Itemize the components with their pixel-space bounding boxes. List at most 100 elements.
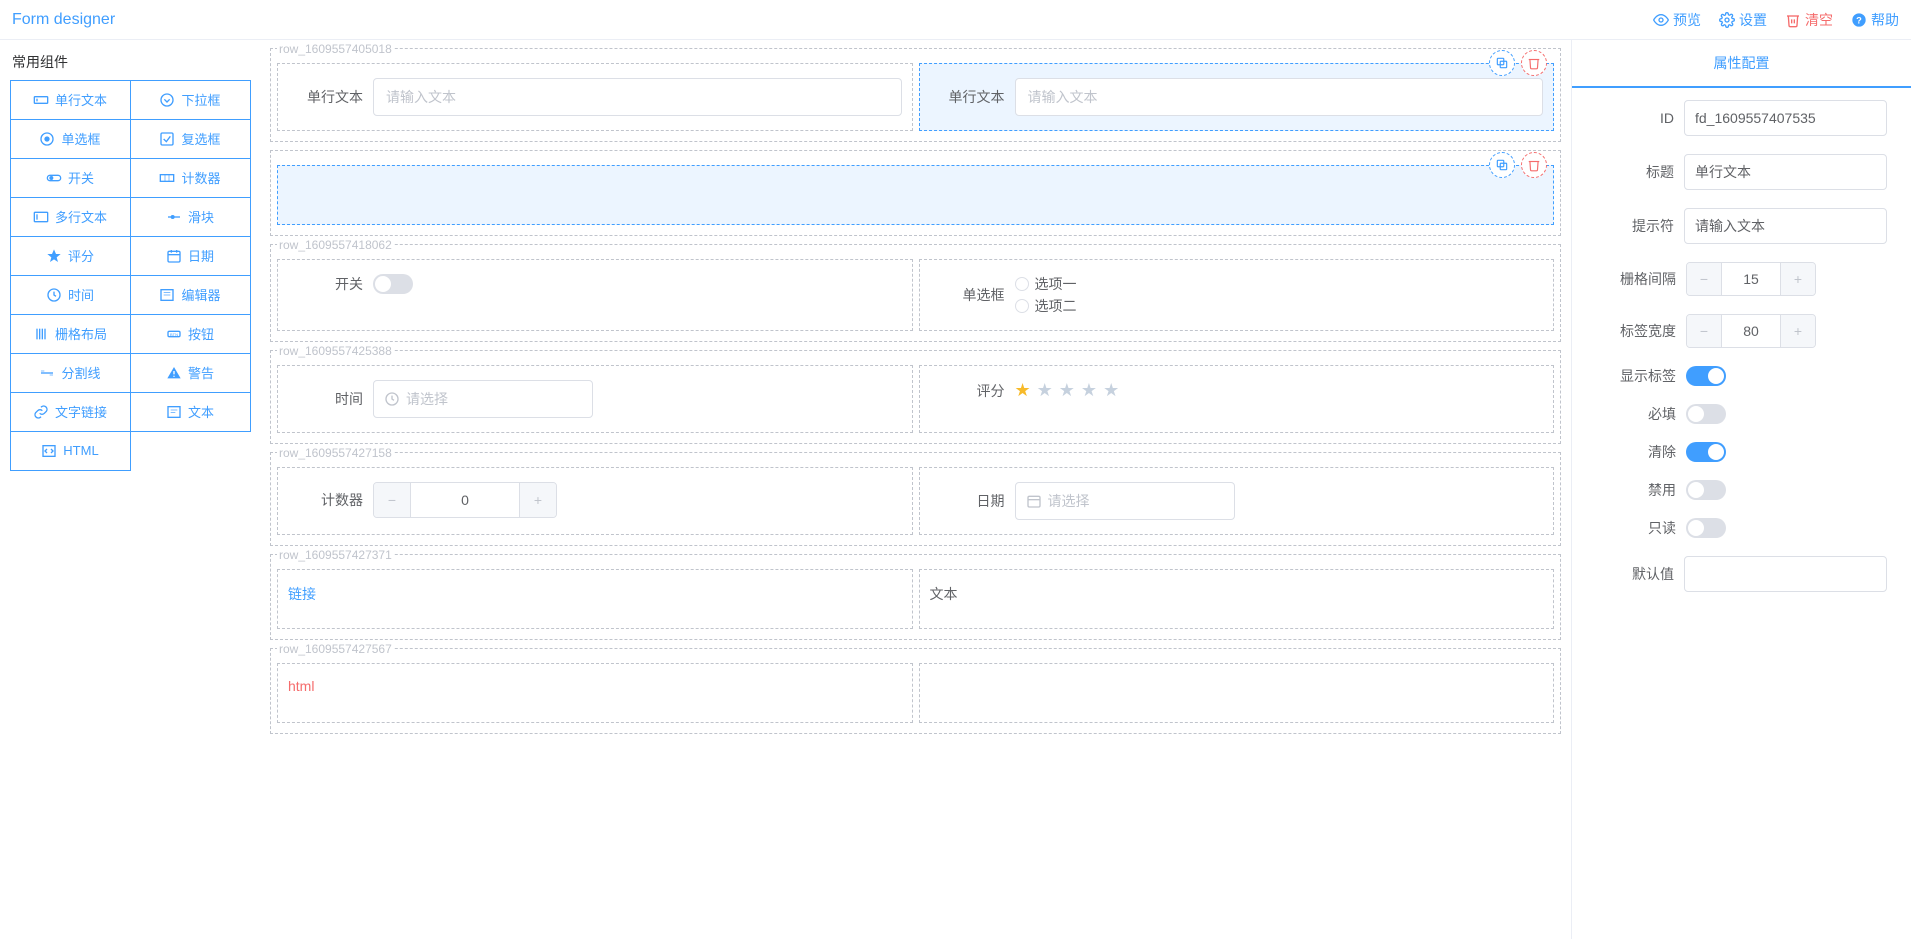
canvas-row[interactable]: row_1609557427158计数器−0+日期请选择 [270,452,1561,546]
prop-default-input[interactable] [1684,556,1887,592]
canvas-cell[interactable]: 链接 [277,569,913,629]
canvas-row[interactable]: row_1609557405018单行文本单行文本 [270,48,1561,142]
text-input[interactable] [373,78,902,116]
minus-icon[interactable]: − [374,483,410,517]
radio-icon [1015,277,1029,291]
component-editor[interactable]: 编辑器 [130,275,251,315]
canvas-row[interactable]: row_1609557418062开关单选框选项一选项二 [270,244,1561,342]
canvas-row[interactable] [270,150,1561,236]
component-slider[interactable]: 滑块 [130,197,251,237]
component-link[interactable]: 文字链接 [10,392,131,432]
settings-button[interactable]: 设置 [1719,10,1767,30]
canvas-cell[interactable] [277,165,1554,225]
component-radio[interactable]: 单选框 [10,119,131,159]
component-checkbox[interactable]: 复选框 [130,119,251,159]
component-button[interactable]: BTN按钮 [130,314,251,354]
component-input[interactable]: 单行文本 [10,80,131,120]
star-icon[interactable]: ★ [1015,380,1031,401]
prop-labelwidth-stepper[interactable]: −80+ [1686,314,1816,348]
component-counter[interactable]: 计数器 [130,158,251,198]
component-rate[interactable]: 评分 [10,236,131,276]
component-select[interactable]: 下拉框 [130,80,251,120]
component-grid[interactable]: 栅格布局 [10,314,131,354]
prop-disabled-switch[interactable] [1686,480,1726,500]
help-button[interactable]: ? 帮助 [1851,10,1899,30]
counter-icon [159,170,175,186]
tab-properties[interactable]: 属性配置 [1572,40,1911,88]
minus-icon[interactable]: − [1687,263,1721,295]
canvas-cell[interactable]: 计数器−0+ [277,467,913,535]
prop-readonly-switch[interactable] [1686,518,1726,538]
minus-icon[interactable]: − [1687,315,1721,347]
switch-icon [46,170,62,186]
canvas-cell[interactable]: 评分★★★★★ [919,365,1555,433]
plus-icon[interactable]: + [1781,315,1815,347]
star-icon[interactable]: ★ [1103,380,1119,401]
field-label: 开关 [288,274,363,294]
copy-icon [1495,158,1509,172]
time-picker[interactable]: 请选择 [373,380,593,418]
canvas-cell[interactable]: 文本 [919,569,1555,629]
component-date[interactable]: 日期 [130,236,251,276]
star-icon[interactable]: ★ [1059,380,1075,401]
prop-showlabel-switch[interactable] [1686,366,1726,386]
date-picker[interactable]: 请选择 [1015,482,1235,520]
prop-default-label: 默认值 [1596,564,1674,584]
prop-id-input[interactable] [1684,100,1887,136]
component-textarea[interactable]: 多行文本 [10,197,131,237]
prop-required-switch[interactable] [1686,404,1726,424]
clear-button[interactable]: 清空 [1785,10,1833,30]
copy-icon [1495,56,1509,70]
canvas-cell[interactable]: 单选框选项一选项二 [919,259,1555,331]
plus-icon[interactable]: + [520,483,556,517]
prop-gutter-stepper[interactable]: −15+ [1686,262,1816,296]
text-input[interactable] [1015,78,1544,116]
link-text[interactable]: 链接 [288,586,316,602]
row-id-label: row_1609557427158 [277,446,394,460]
component-time[interactable]: 时间 [10,275,131,315]
star-icon[interactable]: ★ [1037,380,1053,401]
delete-button[interactable] [1521,50,1547,76]
star-icon[interactable]: ★ [1081,380,1097,401]
radio-option[interactable]: 选项一 [1015,274,1077,294]
calendar-icon [1026,493,1042,509]
plus-icon[interactable]: + [1781,263,1815,295]
static-text: 文本 [930,586,958,602]
design-canvas[interactable]: row_1609557405018单行文本单行文本row_16095574180… [260,40,1571,939]
component-alert[interactable]: 警告 [130,353,251,393]
preview-button[interactable]: 预览 [1653,10,1701,30]
canvas-row[interactable]: row_1609557427567html [270,648,1561,734]
prop-title-input[interactable] [1684,154,1887,190]
row-id-label: row_1609557405018 [277,42,394,56]
row-id-label: row_1609557427371 [277,548,394,562]
canvas-cell[interactable]: 时间请选择 [277,365,913,433]
delete-button[interactable] [1521,152,1547,178]
copy-button[interactable] [1489,152,1515,178]
trash-icon [1527,56,1541,70]
prop-gutter-label: 栅格间隔 [1596,269,1676,289]
rate-widget[interactable]: ★ ★ ★ ★ ★ [1015,380,1120,401]
canvas-cell[interactable]: 单行文本 [277,63,913,131]
component-divider[interactable]: 分割线 [10,353,131,393]
alert-icon [166,365,182,381]
properties-panel: 属性配置 ID 标题 提示符 栅格间隔 −15+ 标签宽度 −80+ 显示标签 … [1571,40,1911,939]
component-html[interactable]: HTML [10,431,131,471]
prop-placeholder-input[interactable] [1684,208,1887,244]
copy-button[interactable] [1489,50,1515,76]
prop-readonly-label: 只读 [1596,518,1676,538]
canvas-cell[interactable] [919,663,1555,723]
canvas-cell[interactable]: html [277,663,913,723]
component-switch[interactable]: 开关 [10,158,131,198]
canvas-cell[interactable]: 开关 [277,259,913,331]
canvas-row[interactable]: row_1609557427371链接文本 [270,554,1561,640]
canvas-cell[interactable]: 单行文本 [919,63,1555,131]
radio-option[interactable]: 选项二 [1015,296,1077,316]
counter-stepper[interactable]: −0+ [373,482,557,518]
grid-icon [33,326,49,342]
component-text[interactable]: 文本 [130,392,251,432]
prop-required-label: 必填 [1596,404,1676,424]
prop-clearable-switch[interactable] [1686,442,1726,462]
canvas-row[interactable]: row_1609557425388时间请选择评分★★★★★ [270,350,1561,444]
canvas-cell[interactable]: 日期请选择 [919,467,1555,535]
switch-toggle[interactable] [373,274,413,294]
